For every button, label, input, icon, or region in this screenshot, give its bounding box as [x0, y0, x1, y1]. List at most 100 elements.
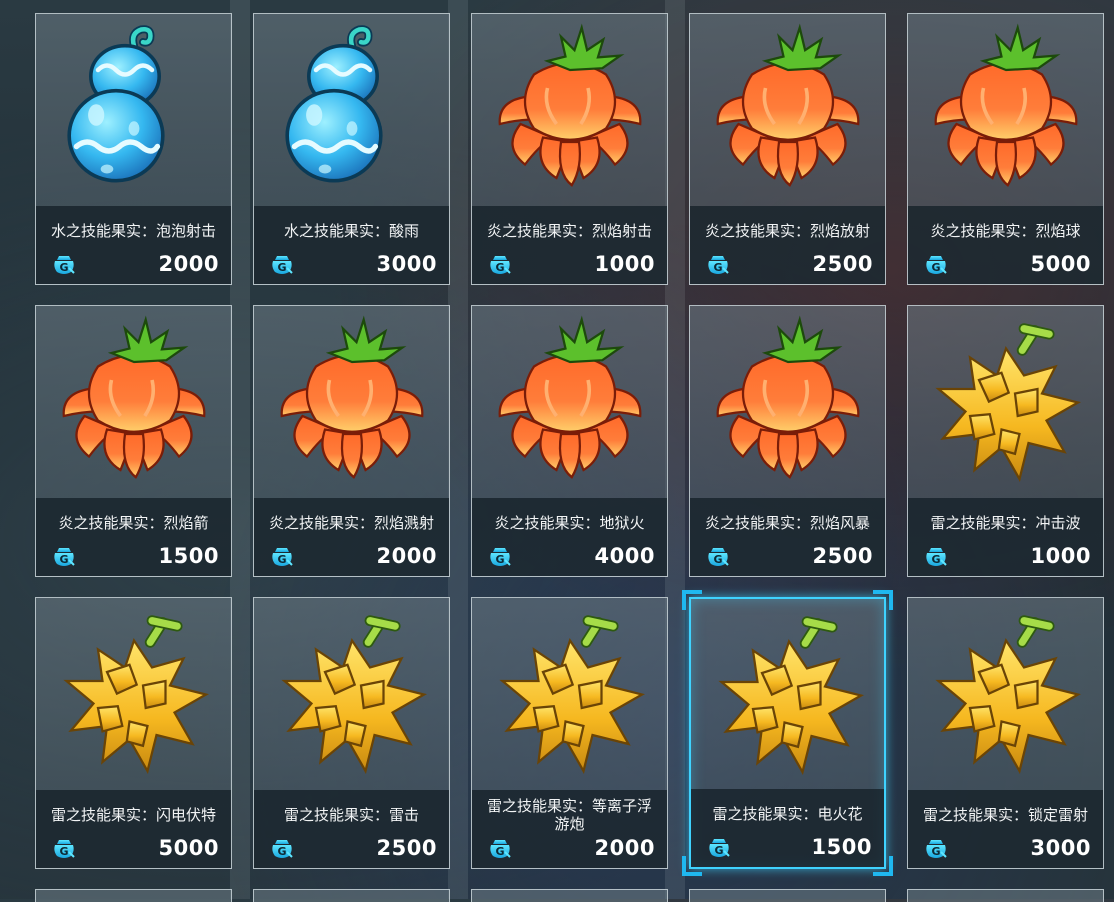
flame-fruit-icon: [36, 306, 231, 498]
item-name: 炎之技能果实：烈焰放射: [704, 222, 870, 240]
item-card[interactable]: 水之技能果实：泡泡射击 2000: [35, 13, 232, 285]
item-grid: 水之技能果实：泡泡射击 2000 水之技能果实：酸雨 3000 炎之技能果实：烈焰射击 1…: [35, 13, 1104, 876]
item-card-partial[interactable]: [689, 889, 886, 902]
thunder-spiky-fruit-icon: [908, 598, 1103, 790]
g-coin-icon: [489, 544, 511, 567]
water-gourd-fruit-icon: [36, 14, 231, 206]
item-info-panel: 炎之技能果实：烈焰风暴 2500: [690, 498, 885, 576]
item-name: 水之技能果实：酸雨: [283, 222, 419, 240]
item-info-panel: 炎之技能果实：烈焰射击 1000: [472, 206, 667, 284]
item-price: 2000: [158, 252, 219, 276]
item-card[interactable]: 炎之技能果实：地狱火 4000: [471, 305, 668, 577]
item-card[interactable]: 雷之技能果实：雷击 2500: [253, 597, 450, 869]
flame-fruit-icon: [472, 306, 667, 498]
g-coin-icon: [271, 252, 293, 275]
item-name: 炎之技能果实：烈焰风暴: [704, 514, 870, 532]
item-name: 水之技能果实：泡泡射击: [50, 222, 216, 240]
item-card-partial[interactable]: [35, 889, 232, 902]
g-coin-icon: [925, 836, 947, 859]
item-info-panel: 水之技能果实：泡泡射击 2000: [36, 206, 231, 284]
item-card[interactable]: 炎之技能果实：烈焰球 5000: [907, 13, 1104, 285]
g-coin-icon: [271, 544, 293, 567]
flame-fruit-icon: [254, 306, 449, 498]
item-price: 1000: [1030, 544, 1091, 568]
item-name: 炎之技能果实：烈焰箭: [58, 514, 209, 532]
item-card[interactable]: 雷之技能果实：闪电伏特 5000: [35, 597, 232, 869]
item-card[interactable]: 水之技能果实：酸雨 3000: [253, 13, 450, 285]
item-name: 雷之技能果实：电火花: [712, 805, 863, 823]
item-card-partial[interactable]: [471, 889, 668, 902]
selection-corner: [682, 856, 702, 876]
thunder-spiky-fruit-icon: [691, 599, 886, 791]
g-coin-icon: [708, 835, 730, 858]
g-coin-icon: [53, 836, 75, 859]
item-info-panel: 雷之技能果实：等离子浮游炮 2000: [472, 790, 667, 868]
flame-fruit-icon: [908, 14, 1103, 206]
item-price: 1000: [594, 252, 655, 276]
item-card[interactable]: 炎之技能果实：烈焰放射 2500: [689, 13, 886, 285]
item-name: 炎之技能果实：烈焰溅射: [268, 514, 434, 532]
thunder-spiky-fruit-icon: [472, 598, 667, 790]
item-info-panel: 雷之技能果实：锁定雷射 3000: [908, 790, 1103, 868]
thunder-spiky-fruit-icon: [254, 598, 449, 790]
item-price: 1500: [811, 835, 872, 859]
item-card-partial[interactable]: [907, 889, 1104, 902]
item-card[interactable]: 炎之技能果实：烈焰箭 1500: [35, 305, 232, 577]
item-price: 4000: [594, 544, 655, 568]
g-coin-icon: [489, 252, 511, 275]
item-info-panel: 雷之技能果实：冲击波 1000: [908, 498, 1103, 576]
g-coin-icon: [925, 252, 947, 275]
item-info-panel: 炎之技能果实：烈焰放射 2500: [690, 206, 885, 284]
item-info-panel: 雷之技能果实：闪电伏特 5000: [36, 790, 231, 868]
item-name: 雷之技能果实：冲击波: [930, 514, 1081, 532]
g-coin-icon: [271, 836, 293, 859]
selection-corner: [682, 590, 702, 610]
item-price: 3000: [1030, 836, 1091, 860]
item-price: 2000: [594, 836, 655, 860]
item-name: 雷之技能果实：锁定雷射: [922, 806, 1088, 824]
item-info-panel: 水之技能果实：酸雨 3000: [254, 206, 449, 284]
item-price: 5000: [1030, 252, 1091, 276]
selection-corner: [873, 856, 893, 876]
item-name: 炎之技能果实：烈焰射击: [486, 222, 652, 240]
flame-fruit-icon: [690, 306, 885, 498]
item-info-panel: 炎之技能果实：烈焰箭 1500: [36, 498, 231, 576]
g-coin-icon: [707, 544, 729, 567]
item-card[interactable]: 炎之技能果实：烈焰溅射 2000: [253, 305, 450, 577]
g-coin-icon: [489, 836, 511, 859]
item-info-panel: 炎之技能果实：烈焰球 5000: [908, 206, 1103, 284]
item-price: 5000: [158, 836, 219, 860]
item-card[interactable]: 雷之技能果实：锁定雷射 3000: [907, 597, 1104, 869]
item-info-panel: 雷之技能果实：雷击 2500: [254, 790, 449, 868]
next-row-partial: [35, 889, 1104, 902]
item-name: 炎之技能果实：烈焰球: [930, 222, 1081, 240]
item-card[interactable]: 雷之技能果实：冲击波 1000: [907, 305, 1104, 577]
item-name: 雷之技能果实：等离子浮游炮: [486, 797, 652, 833]
item-price: 1500: [158, 544, 219, 568]
item-card-partial[interactable]: [253, 889, 450, 902]
g-coin-icon: [53, 252, 75, 275]
item-card[interactable]: 雷之技能果实：等离子浮游炮 2000: [471, 597, 668, 869]
item-card[interactable]: 炎之技能果实：烈焰风暴 2500: [689, 305, 886, 577]
item-info-panel: 雷之技能果实：电火花 1500: [691, 789, 884, 867]
item-card-selected[interactable]: 雷之技能果实：电火花 1500: [682, 590, 893, 876]
thunder-spiky-fruit-icon: [36, 598, 231, 790]
item-name: 炎之技能果实：地狱火: [494, 514, 645, 532]
item-price: 2500: [812, 252, 873, 276]
thunder-spiky-fruit-icon: [908, 306, 1103, 498]
g-coin-icon: [53, 544, 75, 567]
item-price: 2500: [376, 836, 437, 860]
item-price: 2000: [376, 544, 437, 568]
item-name: 雷之技能果实：闪电伏特: [50, 806, 216, 824]
g-coin-icon: [707, 252, 729, 275]
item-price: 3000: [376, 252, 437, 276]
item-price: 2500: [812, 544, 873, 568]
item-info-panel: 炎之技能果实：烈焰溅射 2000: [254, 498, 449, 576]
water-gourd-fruit-icon: [254, 14, 449, 206]
g-coin-icon: [925, 544, 947, 567]
item-name: 雷之技能果实：雷击: [283, 806, 419, 824]
item-card[interactable]: 炎之技能果实：烈焰射击 1000: [471, 13, 668, 285]
selection-corner: [873, 590, 893, 610]
flame-fruit-icon: [690, 14, 885, 206]
item-info-panel: 炎之技能果实：地狱火 4000: [472, 498, 667, 576]
